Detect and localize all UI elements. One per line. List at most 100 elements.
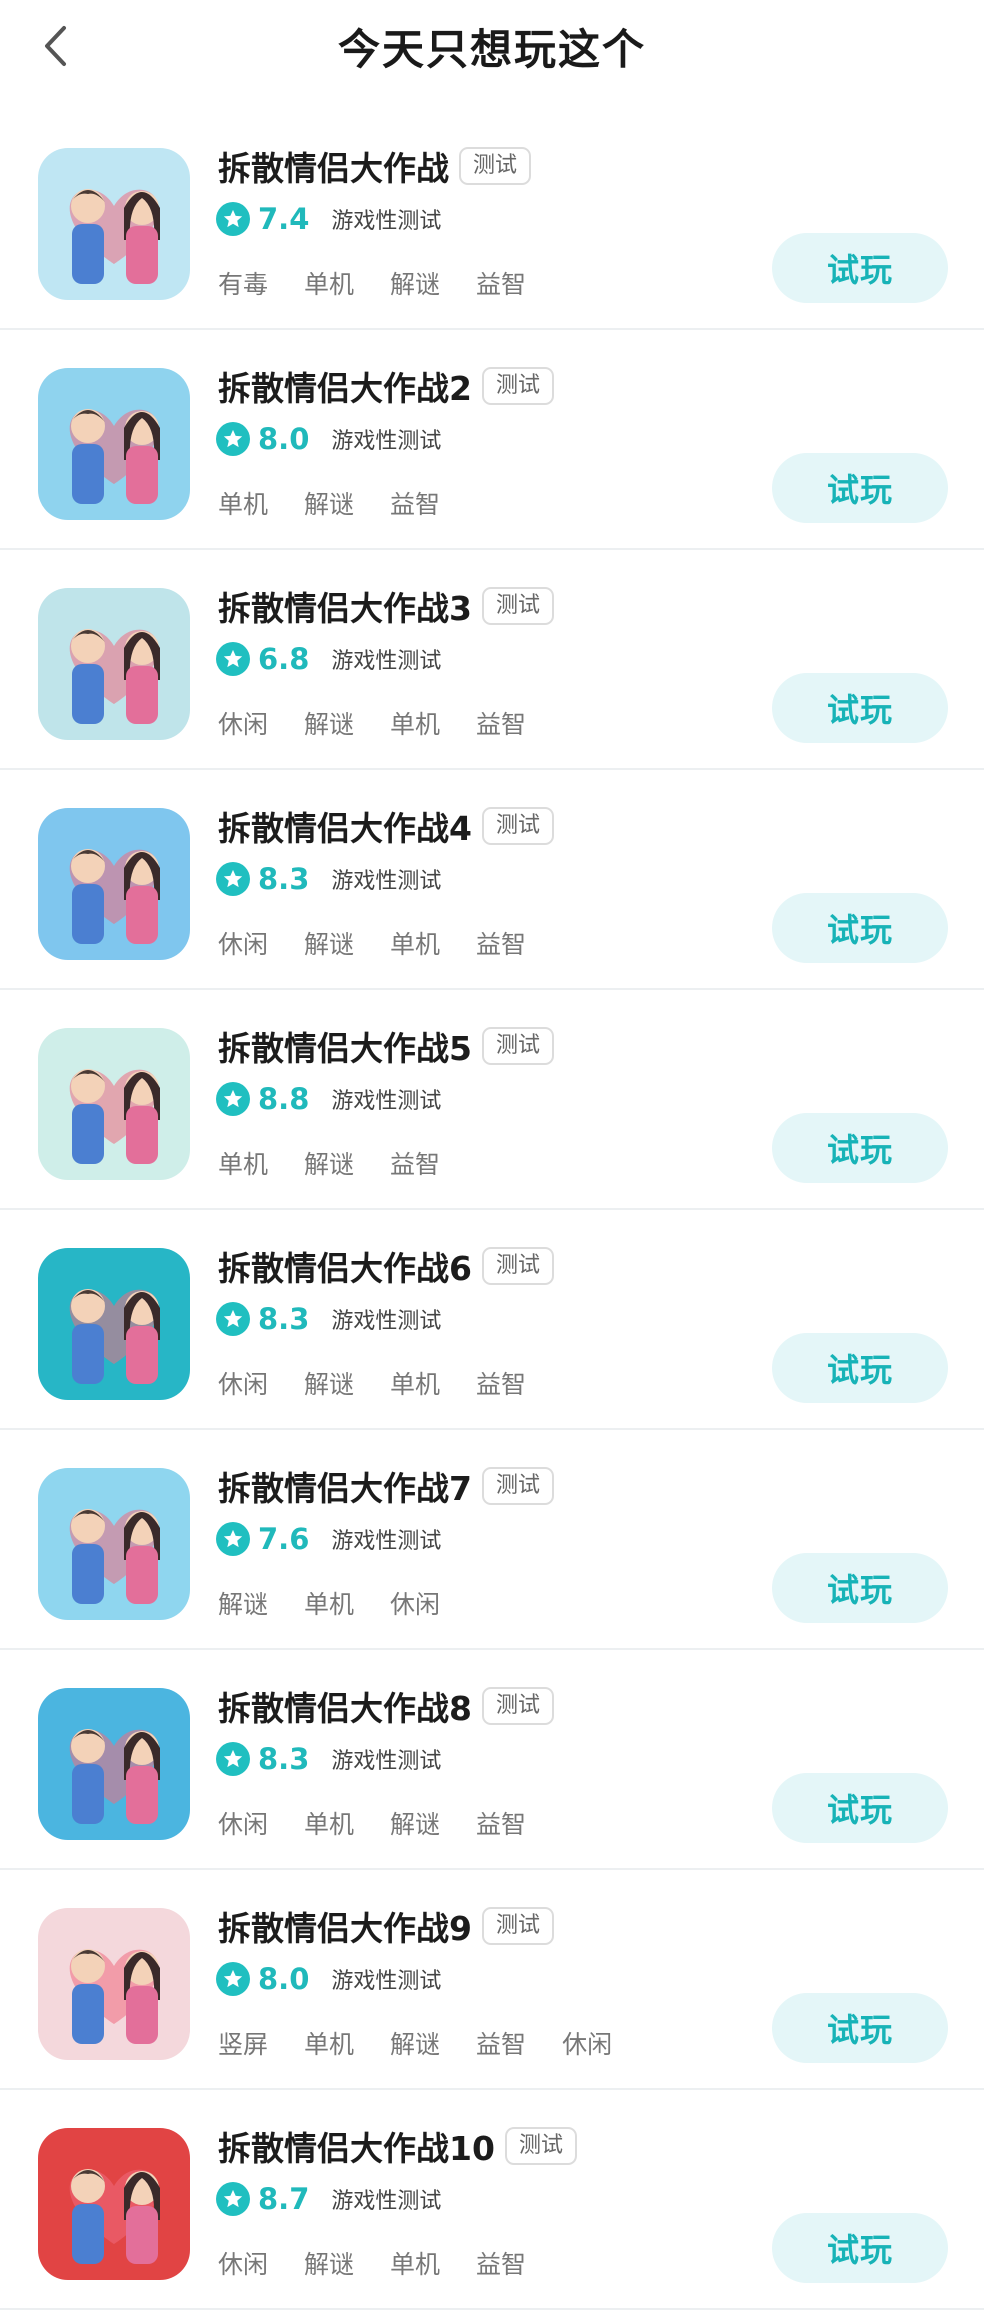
game-title[interactable]: 拆散情侣大作战8 测试 — [218, 1682, 554, 1730]
genre-label: 游戏性测试 — [331, 649, 442, 674]
test-badge: 测试 — [459, 147, 532, 185]
game-rating: 8.3 游戏性测试 — [216, 1302, 441, 1336]
game-title[interactable]: 拆散情侣大作战9 测试 — [218, 1902, 554, 1950]
genre-label: 游戏性测试 — [331, 1089, 442, 1114]
game-icon[interactable] — [38, 368, 190, 520]
game-tag: 竖屏 — [218, 2030, 269, 2059]
star-icon — [216, 1522, 250, 1556]
game-list-item[interactable]: 拆散情侣大作战7 测试 7.6 游戏性测试 解谜 单机 休闲 试玩 — [0, 1430, 984, 1650]
test-badge: 测试 — [481, 1467, 554, 1505]
game-icon[interactable] — [38, 588, 190, 740]
star-icon — [216, 1962, 250, 1996]
try-play-button[interactable]: 试玩 — [772, 673, 948, 743]
game-title[interactable]: 拆散情侣大作战6 测试 — [218, 1242, 554, 1290]
try-play-button[interactable]: 试玩 — [772, 1553, 948, 1623]
try-play-button[interactable]: 试玩 — [772, 1993, 948, 2063]
game-tag: 解谜 — [218, 1590, 269, 1619]
game-list-item[interactable]: 拆散情侣大作战9 测试 8.0 游戏性测试 竖屏 单机 解谜 益智 休闲 试玩 — [0, 1870, 984, 2090]
game-list-item[interactable]: 拆散情侣大作战5 测试 8.8 游戏性测试 单机 解谜 益智 试玩 — [0, 990, 984, 1210]
tag-list: 竖屏 单机 解谜 益智 休闲 — [218, 2025, 648, 2061]
game-title[interactable]: 拆散情侣大作战3 测试 — [218, 582, 554, 630]
tag-list: 休闲 解谜 单机 益智 — [218, 705, 562, 741]
try-play-button[interactable]: 试玩 — [772, 233, 948, 303]
game-title[interactable]: 拆散情侣大作战5 测试 — [218, 1022, 554, 1070]
rating-score: 8.8 — [258, 1082, 310, 1116]
game-list-item[interactable]: 拆散情侣大作战6 测试 8.3 游戏性测试 休闲 解谜 单机 益智 试玩 — [0, 1210, 984, 1430]
game-title[interactable]: 拆散情侣大作战7 测试 — [218, 1462, 554, 1510]
game-tag: 解谜 — [390, 270, 441, 299]
try-play-button[interactable]: 试玩 — [772, 1773, 948, 1843]
game-tag: 益智 — [476, 270, 527, 299]
game-icon[interactable] — [38, 1468, 190, 1620]
rating-score: 8.3 — [258, 862, 310, 896]
game-list-item[interactable]: 拆散情侣大作战 测试 7.4 游戏性测试 有毒 单机 解谜 益智 试玩 — [0, 110, 984, 330]
game-name: 拆散情侣大作战2 — [218, 369, 472, 408]
game-rating: 6.8 游戏性测试 — [216, 642, 441, 676]
game-tag: 单机 — [390, 710, 441, 739]
game-tag: 益智 — [390, 490, 441, 519]
test-badge: 测试 — [481, 367, 554, 405]
game-icon[interactable] — [38, 2128, 190, 2280]
star-icon — [216, 1082, 250, 1116]
game-list-item[interactable]: 拆散情侣大作战4 测试 8.3 游戏性测试 休闲 解谜 单机 益智 试玩 — [0, 770, 984, 990]
game-tag: 休闲 — [218, 1370, 269, 1399]
game-tag: 单机 — [218, 1150, 269, 1179]
game-icon[interactable] — [38, 148, 190, 300]
game-list-item[interactable]: 拆散情侣大作战8 测试 8.3 游戏性测试 休闲 单机 解谜 益智 试玩 — [0, 1650, 984, 1870]
game-tag: 休闲 — [562, 2030, 613, 2059]
game-tag: 益智 — [476, 1810, 527, 1839]
tag-list: 休闲 解谜 单机 益智 — [218, 1365, 562, 1401]
game-icon[interactable] — [38, 1908, 190, 2060]
star-icon — [216, 1742, 250, 1776]
game-icon[interactable] — [38, 1028, 190, 1180]
game-tag: 单机 — [218, 490, 269, 519]
game-name: 拆散情侣大作战8 — [218, 1689, 472, 1728]
tag-list: 单机 解谜 益智 — [218, 485, 476, 521]
game-icon[interactable] — [38, 1248, 190, 1400]
rating-score: 8.3 — [258, 1302, 310, 1336]
star-icon — [216, 202, 250, 236]
try-play-button[interactable]: 试玩 — [772, 893, 948, 963]
try-play-button[interactable]: 试玩 — [772, 453, 948, 523]
game-title[interactable]: 拆散情侣大作战4 测试 — [218, 802, 554, 850]
try-play-button[interactable]: 试玩 — [772, 2213, 948, 2283]
star-icon — [216, 422, 250, 456]
game-tag: 益智 — [476, 930, 527, 959]
game-icon[interactable] — [38, 1688, 190, 1840]
tag-list: 有毒 单机 解谜 益智 — [218, 265, 562, 301]
test-badge: 测试 — [481, 1687, 554, 1725]
genre-label: 游戏性测试 — [331, 1309, 442, 1334]
game-list-item[interactable]: 拆散情侣大作战2 测试 8.0 游戏性测试 单机 解谜 益智 试玩 — [0, 330, 984, 550]
game-tag: 单机 — [390, 930, 441, 959]
game-name: 拆散情侣大作战10 — [218, 2129, 495, 2168]
rating-score: 7.6 — [258, 1522, 310, 1556]
test-badge: 测试 — [481, 1247, 554, 1285]
game-list-item[interactable]: 拆散情侣大作战3 测试 6.8 游戏性测试 休闲 解谜 单机 益智 试玩 — [0, 550, 984, 770]
game-tag: 益智 — [476, 2030, 527, 2059]
game-title[interactable]: 拆散情侣大作战 测试 — [218, 142, 532, 190]
game-list: 拆散情侣大作战 测试 7.4 游戏性测试 有毒 单机 解谜 益智 试玩 拆散情侣… — [0, 110, 984, 2310]
game-title[interactable]: 拆散情侣大作战10 测试 — [218, 2122, 577, 2170]
try-play-button[interactable]: 试玩 — [772, 1333, 948, 1403]
game-list-item[interactable]: 拆散情侣大作战10 测试 8.7 游戏性测试 休闲 解谜 单机 益智 试玩 — [0, 2090, 984, 2310]
game-name: 拆散情侣大作战5 — [218, 1029, 472, 1068]
game-name: 拆散情侣大作战6 — [218, 1249, 472, 1288]
test-badge: 测试 — [481, 1027, 554, 1065]
game-tag: 单机 — [304, 2030, 355, 2059]
try-play-button[interactable]: 试玩 — [772, 1113, 948, 1183]
game-title[interactable]: 拆散情侣大作战2 测试 — [218, 362, 554, 410]
rating-score: 8.3 — [258, 1742, 310, 1776]
game-rating: 8.7 游戏性测试 — [216, 2182, 441, 2216]
game-tag: 解谜 — [304, 490, 355, 519]
tag-list: 休闲 解谜 单机 益智 — [218, 2245, 562, 2281]
star-icon — [216, 1302, 250, 1336]
game-tag: 有毒 — [218, 270, 269, 299]
game-tag: 解谜 — [304, 1370, 355, 1399]
game-tag: 解谜 — [390, 1810, 441, 1839]
game-icon[interactable] — [38, 808, 190, 960]
top-bar: 今天只想玩这个 — [0, 0, 984, 94]
game-tag: 益智 — [390, 1150, 441, 1179]
star-icon — [216, 862, 250, 896]
star-icon — [216, 642, 250, 676]
tag-list: 休闲 解谜 单机 益智 — [218, 925, 562, 961]
